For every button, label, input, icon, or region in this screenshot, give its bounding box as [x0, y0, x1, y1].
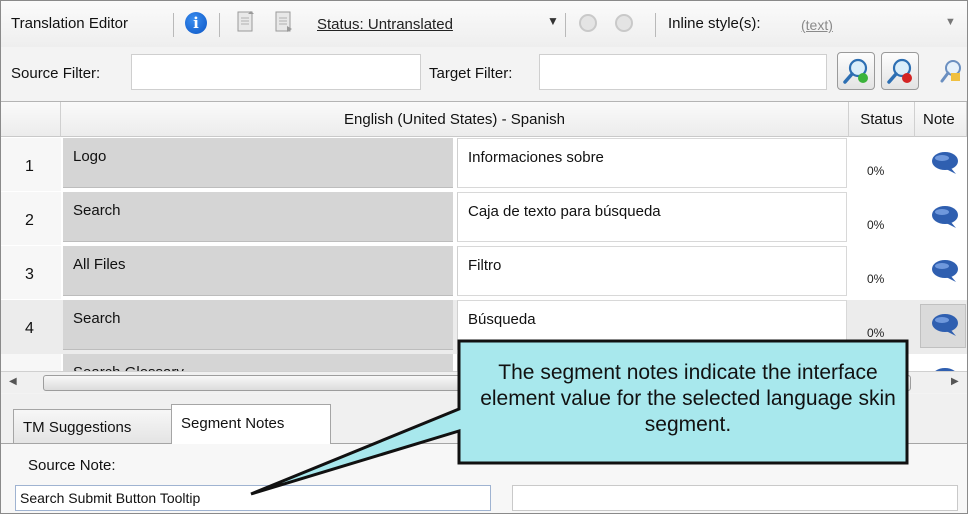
table-row[interactable]: 2 Search Caja de texto para búsqueda 0% [1, 192, 967, 246]
filter-clear-icon [887, 58, 912, 84]
source-cell[interactable]: Search [63, 192, 453, 242]
scroll-right-icon[interactable]: ▶ [951, 376, 959, 387]
scroll-left-icon[interactable]: ◀ [9, 376, 17, 387]
toolbar-separator [655, 13, 656, 37]
callout-text: The segment notes indicate the interface… [480, 361, 896, 436]
previous-segment-icon[interactable] [579, 14, 597, 32]
source-cell[interactable]: Search [63, 300, 453, 350]
toolbar-separator [173, 13, 174, 37]
row-number: 4 [1, 300, 61, 353]
tab-segment-notes[interactable]: Segment Notes [171, 404, 331, 444]
notes-column-header[interactable]: Note [915, 102, 967, 137]
source-note-field[interactable]: Search Submit Button Tooltip [15, 485, 491, 511]
source-cell[interactable]: Search Glossary [63, 354, 453, 371]
status-cell: 0% [867, 218, 885, 232]
target-cell[interactable]: Informaciones sobre [457, 138, 847, 188]
source-filter-input[interactable] [131, 54, 421, 90]
target-cell[interactable]: Filtro [457, 246, 847, 296]
segments-grid: English (United States) - Spanish Status… [1, 101, 967, 371]
toolbar-separator [219, 13, 220, 37]
apply-filter-button[interactable] [837, 52, 875, 90]
editor-title: Translation Editor [11, 15, 128, 32]
language-pair-header[interactable]: English (United States) - Spanish [61, 102, 849, 137]
status-filter-dropdown[interactable]: Status: Untranslated [317, 16, 453, 33]
note-bubble-icon[interactable] [930, 258, 960, 284]
inline-styles-label: Inline style(s): [668, 15, 761, 32]
next-segment-icon[interactable] [615, 14, 633, 32]
filter-apply-icon [843, 58, 868, 84]
row-number: 1 [1, 138, 61, 191]
note-bubble-icon[interactable] [930, 150, 960, 176]
clear-filter-button[interactable] [881, 52, 919, 90]
target-note-field[interactable] [512, 485, 958, 511]
row-number: 5 [1, 354, 61, 371]
row-number: 3 [1, 246, 61, 299]
import-document-icon[interactable] [275, 11, 293, 33]
target-filter-input[interactable] [539, 54, 827, 90]
status-cell: 0% [867, 326, 885, 340]
source-filter-label: Source Filter: [11, 65, 101, 82]
table-row[interactable]: 3 All Files Filtro 0% [1, 246, 967, 300]
note-bubble-icon[interactable] [930, 204, 960, 230]
translation-editor-window: Translation Editor i Status: Untranslate… [0, 0, 968, 514]
inline-styles-link[interactable]: (text) [801, 17, 833, 33]
table-row[interactable]: 1 Logo Informaciones sobre 0% [1, 138, 967, 192]
table-row-selected[interactable]: 4 Search Búsqueda 0% [1, 300, 967, 354]
status-column-header[interactable]: Status [849, 102, 915, 137]
row-number-header [1, 102, 61, 137]
status-cell: 0% [867, 164, 885, 178]
source-note-label: Source Note: [28, 457, 116, 474]
chevron-down-icon[interactable]: ▼ [547, 14, 559, 28]
toolbar: Translation Editor i Status: Untranslate… [1, 1, 967, 47]
source-cell[interactable]: All Files [63, 246, 453, 296]
info-icon[interactable]: i [185, 12, 207, 34]
note-bubble-icon[interactable] [930, 312, 960, 338]
toolbar-separator [565, 13, 566, 37]
toolbar-overflow-icon[interactable]: ▼ [945, 16, 956, 28]
source-cell[interactable]: Logo [63, 138, 453, 188]
tab-tm-suggestions[interactable]: TM Suggestions [13, 409, 173, 443]
find-icon[interactable] [939, 59, 963, 85]
status-cell: 0% [867, 272, 885, 286]
target-cell[interactable]: Caja de texto para búsqueda [457, 192, 847, 242]
export-document-icon[interactable] [237, 11, 255, 33]
row-number: 2 [1, 192, 61, 245]
target-filter-label: Target Filter: [429, 65, 513, 82]
target-cell[interactable]: Búsqueda [457, 300, 847, 350]
